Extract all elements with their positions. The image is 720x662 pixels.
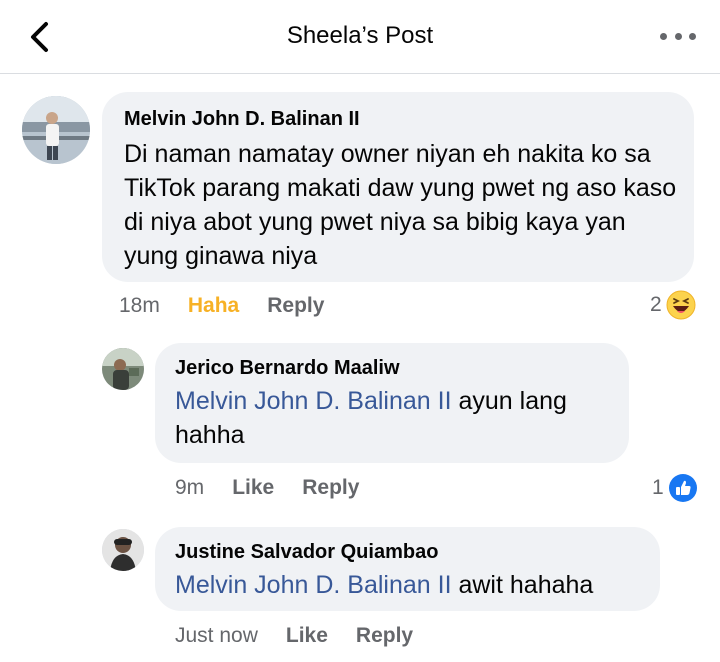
comment-bubble: Melvin John D. Balinan II Di naman namat… (102, 92, 694, 282)
avatar[interactable] (102, 529, 144, 571)
avatar[interactable] (102, 348, 144, 390)
comment-actions: Just now Like Reply (175, 624, 413, 648)
comment-body: awit hahaha (451, 571, 594, 599)
like-button[interactable]: Like (286, 624, 328, 647)
more-options-icon[interactable] (660, 24, 696, 48)
reaction-count: 1 (652, 476, 664, 499)
like-thumb-icon (668, 473, 698, 503)
comment-bubble: Justine Salvador Quiambao Melvin John D.… (155, 527, 660, 611)
comment-author[interactable]: Melvin John D. Balinan II (124, 108, 672, 131)
comment-text: Di naman namatay owner niyan eh nakita k… (124, 140, 677, 270)
comment-text: Melvin John D. Balinan II ayun lang hahh… (175, 384, 615, 452)
comment-author[interactable]: Jerico Bernardo Maaliw (175, 357, 609, 380)
more-dot (660, 32, 667, 40)
comment-author[interactable]: Justine Salvador Quiambao (175, 541, 640, 564)
reply-button[interactable]: Reply (302, 476, 359, 499)
comment-actions: 18m Haha Reply (119, 294, 324, 318)
haha-emoji-icon (666, 290, 696, 320)
avatar[interactable] (22, 96, 90, 164)
comment-timestamp[interactable]: 9m (175, 476, 204, 499)
comment-timestamp[interactable]: Just now (175, 624, 258, 647)
more-dot (689, 32, 696, 40)
reaction-count: 2 (650, 293, 662, 316)
more-dot (674, 32, 682, 40)
reaction-summary[interactable]: 2 (650, 290, 696, 320)
haha-reaction-button[interactable]: Haha (188, 294, 239, 317)
comment-actions: 9m Like Reply (175, 476, 359, 500)
reply-button[interactable]: Reply (267, 294, 324, 317)
reaction-summary[interactable]: 1 (652, 473, 698, 503)
page-title: Sheela’s Post (286, 22, 434, 49)
comment-bubble: Jerico Bernardo Maaliw Melvin John D. Ba… (155, 343, 629, 463)
post-header: Sheela’s Post (0, 0, 720, 74)
reply-button[interactable]: Reply (356, 624, 413, 647)
like-button[interactable]: Like (232, 476, 274, 499)
comment-text: Melvin John D. Balinan II awit hahaha (175, 568, 640, 602)
mention-link[interactable]: Melvin John D. Balinan II (175, 571, 452, 599)
comment-timestamp[interactable]: 18m (119, 294, 160, 317)
mention-link[interactable]: Melvin John D. Balinan II (175, 387, 452, 415)
